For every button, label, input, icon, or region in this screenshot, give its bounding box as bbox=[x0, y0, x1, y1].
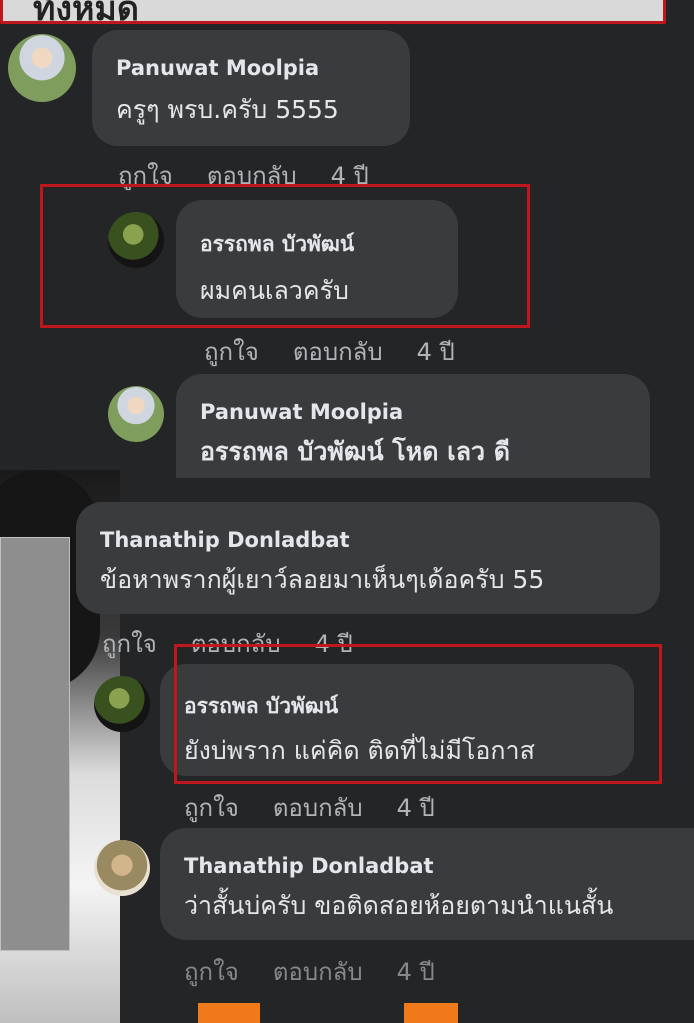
comment-author[interactable]: Panuwat Moolpia bbox=[200, 400, 626, 424]
like-link[interactable]: ถูกใจ bbox=[184, 958, 239, 986]
like-link[interactable]: ถูกใจ bbox=[184, 794, 239, 822]
avatar[interactable] bbox=[8, 34, 76, 102]
timestamp[interactable]: 4 ปี bbox=[417, 338, 455, 366]
comment-bubble: Thanathip Donladbat ข้อหาพรากผู้เยาว์ลอย… bbox=[76, 502, 660, 614]
like-link[interactable]: ถูกใจ bbox=[118, 162, 173, 190]
reply-link[interactable]: ตอบกลับ bbox=[273, 794, 363, 822]
comment-actions: ถูกใจ ตอบกลับ 4 ปี bbox=[102, 624, 353, 663]
timestamp[interactable]: 4 ปี bbox=[315, 630, 353, 658]
comment-author[interactable]: Thanathip Donladbat bbox=[184, 854, 694, 878]
reply-link[interactable]: ตอบกลับ bbox=[207, 162, 297, 190]
timestamp[interactable]: 4 ปี bbox=[397, 958, 435, 986]
comment-text: ข้อหาพรากผู้เยาว์ลอยมาเห็นๆเด้อครับ 55 bbox=[100, 565, 545, 594]
comment-actions: ถูกใจ ตอบกลับ 4 ปี bbox=[118, 156, 369, 195]
reply-link[interactable]: ตอบกลับ bbox=[191, 630, 281, 658]
timestamp[interactable]: 4 ปี bbox=[397, 794, 435, 822]
blurred-card bbox=[0, 537, 70, 951]
comment-author[interactable]: อรรถพล บัวพัฒน์ bbox=[200, 228, 434, 261]
comment-bubble: อรรถพล บัวพัฒน์ ยังบ่พราก แค่คิด ติดที่ไ… bbox=[160, 664, 634, 776]
top-banner: ทั้งหมด bbox=[0, 0, 666, 29]
comment-bubble: อรรถพล บัวพัฒน์ ผมคนเลวครับ bbox=[176, 200, 458, 318]
comment-author[interactable]: อรรถพล บัวพัฒน์ bbox=[184, 690, 610, 723]
orange-mark bbox=[404, 1003, 458, 1023]
avatar[interactable] bbox=[108, 386, 164, 442]
like-link[interactable]: ถูกใจ bbox=[204, 338, 259, 366]
comment-text: ว่าสั้นบ่ครับ ขอติดสอยห้อยตามนำแนสั้น bbox=[184, 891, 614, 920]
comment-actions: ถูกใจ ตอบกลับ 4 ปี bbox=[204, 332, 455, 371]
comment-bubble: Panuwat Moolpia ครูๆ พรบ.ครับ 5555 bbox=[92, 30, 410, 146]
comment-actions: ถูกใจ ตอบกลับ 4 ปี bbox=[184, 788, 435, 827]
mention-link[interactable]: อรรถพล บัวพัฒน์ bbox=[200, 437, 384, 466]
comment-text: ผมคนเลวครับ bbox=[200, 276, 349, 305]
reply-link[interactable]: ตอบกลับ bbox=[293, 338, 383, 366]
timestamp[interactable]: 4 ปี bbox=[331, 162, 369, 190]
comment-author[interactable]: Panuwat Moolpia bbox=[116, 56, 386, 80]
comment-actions: ถูกใจ ตอบกลับ 4 ปี bbox=[184, 952, 435, 991]
comment-text: ครูๆ พรบ.ครับ 5555 bbox=[116, 95, 339, 124]
orange-mark bbox=[198, 1003, 260, 1023]
avatar[interactable] bbox=[108, 212, 164, 268]
comment-author[interactable]: Thanathip Donladbat bbox=[100, 528, 636, 552]
comment-text: ยังบ่พราก แค่คิด ติดที่ไม่มีโอกาส bbox=[184, 736, 535, 765]
avatar[interactable] bbox=[94, 676, 150, 732]
avatar[interactable] bbox=[94, 840, 150, 896]
comment-bubble: Panuwat Moolpia อรรถพล บัวพัฒน์ โหด เลว … bbox=[176, 374, 650, 478]
comment-text: โหด เลว ดี bbox=[392, 437, 510, 466]
comment-bubble: Thanathip Donladbat ว่าสั้นบ่ครับ ขอติดส… bbox=[160, 828, 694, 940]
like-link[interactable]: ถูกใจ bbox=[102, 630, 157, 658]
reply-link[interactable]: ตอบกลับ bbox=[273, 958, 363, 986]
